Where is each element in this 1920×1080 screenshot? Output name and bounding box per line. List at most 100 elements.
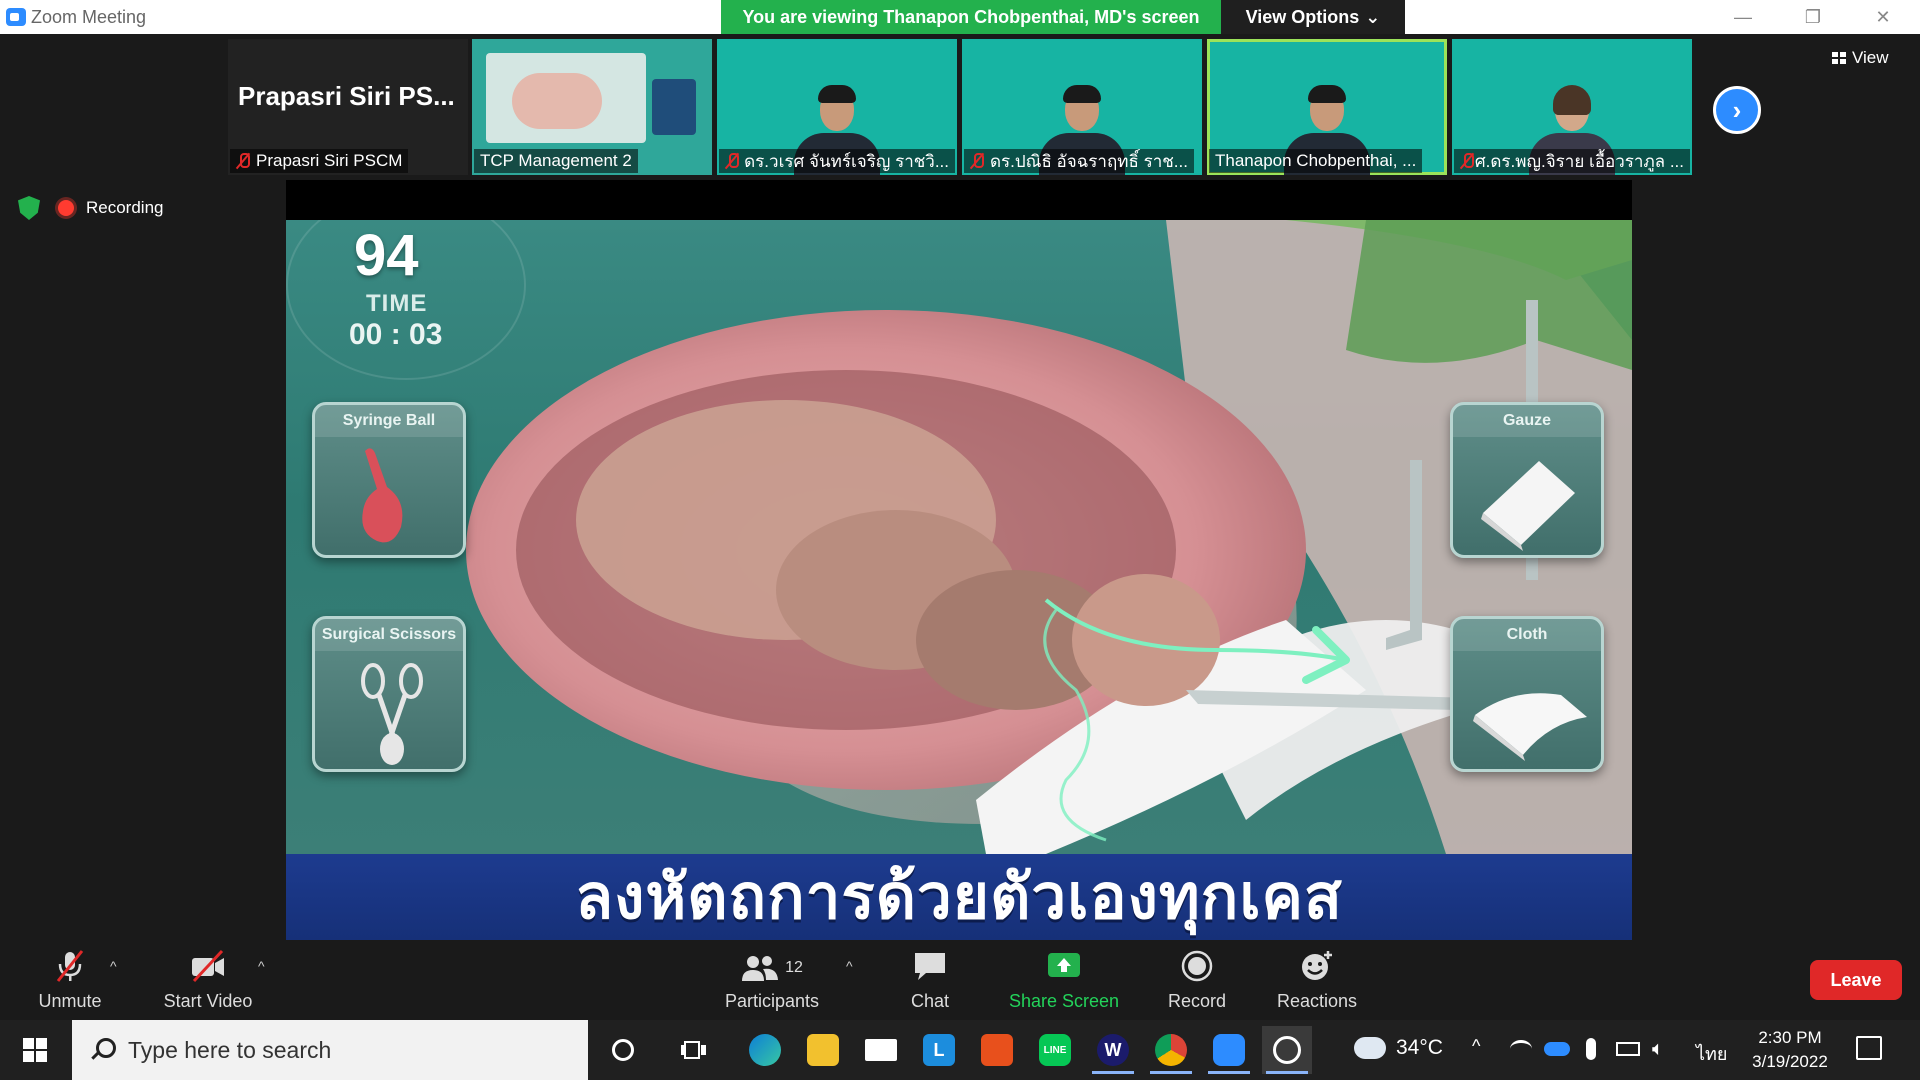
tile-name-label: ดร.วเรศ จันทร์เจริญ ราชวิ...: [719, 149, 955, 173]
tool-gauze: Gauze: [1450, 402, 1604, 558]
office-app[interactable]: [972, 1026, 1022, 1074]
participants-count: 12: [785, 959, 803, 976]
line-app[interactable]: LINE: [1030, 1026, 1080, 1074]
tool-title: Surgical Scissors: [315, 619, 463, 651]
record-button[interactable]: Record: [1160, 940, 1234, 1020]
participant-name: ดร.ปณิธิ อัจฉราฤทธิ์ ราช...: [990, 151, 1188, 171]
tool-title: Syringe Ball: [315, 405, 463, 437]
tool-surgical-scissors: Surgical Scissors: [312, 616, 466, 772]
restore-button[interactable]: ❐: [1790, 0, 1836, 34]
mic-muted-icon: [970, 152, 984, 170]
cortana-button[interactable]: [598, 1026, 648, 1074]
start-button[interactable]: [0, 1020, 70, 1080]
surgical-scissors-icon: [361, 663, 423, 765]
video-off-icon: [192, 949, 224, 983]
participant-tile[interactable]: ศ.ดร.พญ.จิราย เอื้อวราภูล ...: [1452, 39, 1692, 175]
task-view-icon: [681, 1041, 706, 1059]
unmute-button[interactable]: Unmute: [22, 940, 118, 1020]
participants-options-caret[interactable]: ^: [846, 958, 853, 974]
share-screen-button[interactable]: Share Screen: [1004, 940, 1124, 1020]
wifi-icon[interactable]: [1510, 1040, 1532, 1058]
minimize-button[interactable]: —: [1720, 0, 1766, 34]
participant-tile[interactable]: TCP Management 2: [472, 39, 712, 175]
running-indicator: [1266, 1071, 1308, 1074]
chat-label: Chat: [910, 991, 950, 1011]
share-screen-label: Share Screen: [1008, 991, 1120, 1011]
self-video-tile[interactable]: Prapasri Siri PS... Prapasri Siri PSCM: [228, 39, 468, 175]
start-video-button[interactable]: Start Video: [156, 940, 260, 1020]
shared-screen[interactable]: 94 TIME 00 : 03 Syringe Ball Surgical Sc…: [286, 180, 1632, 940]
security-shield-icon[interactable]: [18, 196, 40, 220]
mail-app[interactable]: [856, 1026, 906, 1074]
tile-name-label: TCP Management 2: [474, 149, 638, 173]
meeting-toolbar: Unmute ^ Start Video ^ 12 Participants ^…: [0, 940, 1920, 1020]
view-options-label: View Options: [1245, 6, 1360, 27]
office-icon: [981, 1034, 1013, 1066]
recording-indicator[interactable]: Recording: [58, 198, 164, 218]
running-indicator: [1150, 1071, 1192, 1074]
window-title: Zoom Meeting: [31, 7, 147, 27]
clock-time: 2:30 PM: [1758, 1028, 1822, 1047]
banner-text: ลงหัตถการด้วยตัวเองทุกเคส: [575, 863, 1343, 932]
chrome-app[interactable]: [1146, 1026, 1196, 1074]
view-button[interactable]: View: [1832, 48, 1889, 68]
tool-cloth: Cloth: [1450, 616, 1604, 772]
gallery-strip: Prapasri Siri PS... Prapasri Siri PSCM T…: [0, 34, 1920, 180]
input-language[interactable]: ไทย: [1696, 1039, 1727, 1068]
running-indicator: [1208, 1071, 1250, 1074]
chevron-right-icon: ›: [1732, 94, 1742, 125]
view-options-button[interactable]: View Options ⌄: [1221, 0, 1405, 34]
zoom-app[interactable]: [1204, 1026, 1254, 1074]
unmute-label: Unmute: [38, 991, 102, 1011]
edge-app[interactable]: [740, 1026, 790, 1074]
onedrive-icon[interactable]: [1544, 1042, 1570, 1056]
share-screen-icon: [1048, 953, 1080, 977]
participant-tile[interactable]: ดร.วเรศ จันทร์เจริญ ราชวิ...: [717, 39, 957, 175]
cloud-icon: [1354, 1037, 1386, 1059]
presenter-thumbnail: [652, 79, 696, 135]
task-view-button[interactable]: [670, 1026, 720, 1074]
participant-tile[interactable]: ดร.ปณิธิ อัจฉราฤทธิ์ ราช...: [962, 39, 1202, 175]
audio-options-caret[interactable]: ^: [110, 958, 117, 974]
leave-button[interactable]: Leave: [1810, 960, 1902, 1000]
anatomy-thumbnail-graphic: [512, 73, 602, 129]
chat-button[interactable]: Chat: [900, 940, 960, 1020]
folder-icon: [807, 1034, 839, 1066]
mic-muted-icon: [1460, 152, 1474, 170]
participant-name: Thanapon Chobpenthai, ...: [1215, 151, 1417, 170]
video-options-caret[interactable]: ^: [258, 958, 265, 974]
close-window-button[interactable]: ✕: [1860, 0, 1906, 34]
taskbar-clock[interactable]: 2:30 PM 3/19/2022: [1740, 1026, 1840, 1074]
notifications-icon[interactable]: [1856, 1036, 1882, 1060]
show-hidden-icons-button[interactable]: ^: [1472, 1036, 1480, 1057]
start-video-label: Start Video: [163, 991, 253, 1011]
participants-label: Participants: [724, 991, 820, 1011]
webex-app[interactable]: W: [1088, 1026, 1138, 1074]
score-value: 94: [354, 223, 419, 288]
file-explorer-app[interactable]: [798, 1026, 848, 1074]
search-icon: [90, 1038, 116, 1062]
windows-logo-icon: [23, 1038, 47, 1062]
view-label: View: [1852, 48, 1889, 67]
participants-button[interactable]: 12 Participants: [722, 940, 822, 1020]
battery-icon[interactable]: [1616, 1042, 1640, 1056]
volume-icon[interactable]: 🔈︎: [1652, 1038, 1664, 1061]
l-app-icon: L: [923, 1034, 955, 1066]
reactions-button[interactable]: Reactions: [1270, 940, 1364, 1020]
tile-name-label: Prapasri Siri PSCM: [230, 149, 409, 173]
tool-title: Gauze: [1453, 405, 1601, 437]
self-name-large: Prapasri Siri PS...: [238, 81, 455, 111]
chat-icon: [915, 953, 945, 980]
recording-dot-icon: [58, 200, 74, 216]
l-app[interactable]: L: [914, 1026, 964, 1074]
taskbar-search-box[interactable]: Type here to search: [72, 1020, 588, 1080]
reactions-label: Reactions: [1276, 991, 1358, 1011]
weather-widget[interactable]: 34°C: [1354, 1036, 1443, 1060]
photos-app[interactable]: [1262, 1026, 1312, 1074]
gallery-next-button[interactable]: ›: [1713, 86, 1761, 134]
active-speaker-tile[interactable]: Thanapon Chobpenthai, ...: [1207, 39, 1447, 175]
mic-muted-icon: [236, 152, 250, 170]
microphone-tray-icon[interactable]: [1586, 1038, 1596, 1060]
meeting-status: Recording: [18, 196, 164, 220]
record-icon: [1181, 950, 1213, 982]
